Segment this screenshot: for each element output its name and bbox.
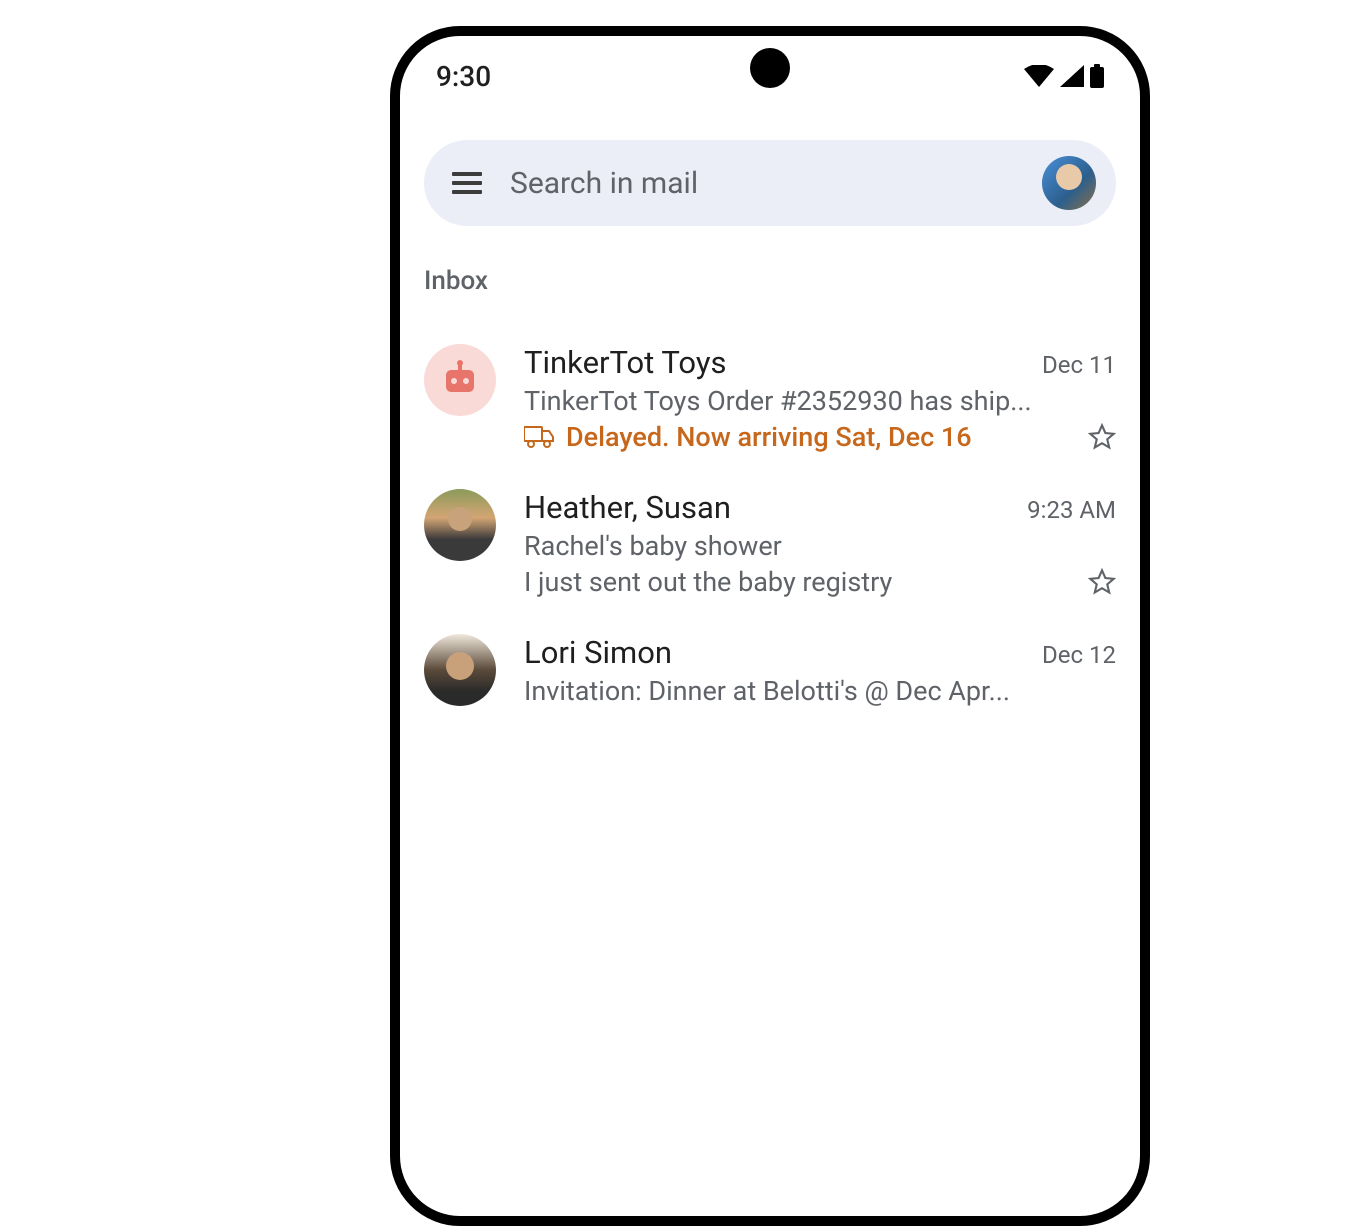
email-item[interactable]: Heather, Susan 9:23 AM Rachel's baby sho… (400, 471, 1140, 616)
email-subject: Invitation: Dinner at Belotti's @ Dec Ap… (524, 675, 1116, 707)
email-sender: Heather, Susan (524, 489, 731, 526)
email-snippet: I just sent out the baby registry (524, 566, 1076, 598)
sender-avatar (424, 344, 496, 416)
menu-icon[interactable] (452, 172, 482, 194)
robot-icon (440, 360, 480, 400)
email-subject: TinkerTot Toys Order #2352930 has ship..… (524, 385, 1116, 417)
star-icon[interactable] (1088, 423, 1116, 451)
email-sender: Lori Simon (524, 634, 672, 671)
email-date: 9:23 AM (1027, 496, 1116, 524)
email-content: Lori Simon Dec 12 Invitation: Dinner at … (524, 634, 1116, 707)
sender-avatar (424, 489, 496, 561)
delay-text: Delayed. Now arriving Sat, Dec 16 (566, 421, 972, 453)
email-content: TinkerTot Toys Dec 11 TinkerTot Toys Ord… (524, 344, 1116, 453)
camera-notch (750, 48, 790, 88)
battery-icon (1090, 64, 1104, 88)
email-item[interactable]: TinkerTot Toys Dec 11 TinkerTot Toys Ord… (400, 326, 1140, 471)
email-subject: Rachel's baby shower (524, 530, 1116, 562)
email-date: Dec 12 (1042, 641, 1116, 669)
status-time: 9:30 (436, 60, 491, 93)
cellular-icon (1060, 65, 1084, 87)
email-sender: TinkerTot Toys (524, 344, 727, 381)
truck-icon (524, 425, 554, 449)
status-icons (1024, 64, 1104, 88)
star-icon[interactable] (1088, 568, 1116, 596)
email-content: Heather, Susan 9:23 AM Rachel's baby sho… (524, 489, 1116, 598)
email-list: TinkerTot Toys Dec 11 TinkerTot Toys Ord… (400, 326, 1140, 725)
sender-avatar (424, 634, 496, 706)
wifi-icon (1024, 65, 1054, 87)
email-date: Dec 11 (1042, 351, 1116, 379)
account-avatar[interactable] (1042, 156, 1096, 210)
search-input[interactable]: Search in mail (510, 166, 1014, 201)
email-item[interactable]: Lori Simon Dec 12 Invitation: Dinner at … (400, 616, 1140, 725)
inbox-label: Inbox (424, 266, 1140, 296)
search-bar[interactable]: Search in mail (424, 140, 1116, 226)
delivery-status: Delayed. Now arriving Sat, Dec 16 (524, 421, 972, 453)
phone-frame: 9:30 Search in mail Inbox (390, 26, 1150, 1226)
